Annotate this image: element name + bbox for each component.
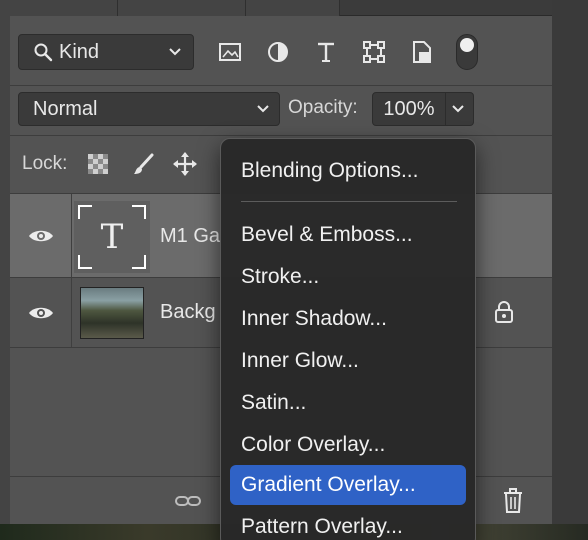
type-filter-icon[interactable] [312,40,340,64]
lock-label: Lock: [22,153,68,174]
chevron-down-icon [167,43,183,59]
lock-pixels-icon[interactable] [130,150,158,178]
blend-mode-select[interactable]: Normal [18,92,280,126]
menu-item-pattern-overlay[interactable]: Pattern Overlay... [230,507,466,540]
menu-item-inner-glow[interactable]: Inner Glow... [230,341,466,381]
text-layer-thumbnail: T [74,201,150,273]
blend-mode-value: Normal [33,97,98,120]
left-edge [0,0,10,540]
chevron-down-icon [450,100,466,116]
menu-item-color-overlay[interactable]: Color Overlay... [230,425,466,465]
menu-item-inner-shadow[interactable]: Inner Shadow... [230,299,466,339]
layer-name[interactable]: Backg [160,301,216,324]
visibility-toggle[interactable] [10,278,72,347]
panel-tab[interactable] [246,0,340,16]
kind-filter-select[interactable]: Kind [18,34,194,70]
layer-filter-bar: Kind [10,16,552,86]
chevron-down-icon [255,100,271,116]
layer-name[interactable]: M1 Ga [160,225,220,248]
visibility-toggle[interactable] [10,194,72,277]
search-icon [33,42,53,62]
layer-lock-icon [494,300,514,324]
blend-bar: Normal Opacity: 100% [10,86,552,136]
layer-style-context-menu: Blending Options... Bevel & Emboss... St… [220,138,476,540]
image-filter-icon[interactable] [216,40,244,64]
menu-separator [241,201,457,202]
lock-position-icon[interactable] [171,150,199,178]
delete-layer-icon[interactable] [499,487,527,515]
panel-tab[interactable] [10,0,118,16]
eye-icon [28,307,53,318]
opacity-field[interactable]: 100% [372,92,446,126]
filter-toggle[interactable] [456,34,478,70]
link-layers-icon[interactable] [174,487,202,515]
background-layer-thumbnail [80,287,144,339]
opacity-value: 100% [383,97,435,120]
adjustment-filter-icon[interactable] [264,40,292,64]
right-edge [552,0,588,540]
menu-item-satin[interactable]: Satin... [230,383,466,423]
type-thumbnail-glyph: T [100,217,124,257]
smart-object-filter-icon[interactable] [408,40,436,64]
panel-tab[interactable] [118,0,246,16]
opacity-label: Opacity: [288,97,358,118]
eye-icon [28,230,53,241]
menu-item-stroke[interactable]: Stroke... [230,257,466,297]
panel-tabs [10,0,552,16]
shape-filter-icon[interactable] [360,40,388,64]
menu-item-gradient-overlay[interactable]: Gradient Overlay... [230,465,466,505]
opacity-dropdown-button[interactable] [446,92,474,126]
menu-item-blending-options[interactable]: Blending Options... [230,151,466,191]
kind-filter-label: Kind [59,40,100,63]
menu-item-bevel-emboss[interactable]: Bevel & Emboss... [230,215,466,255]
lock-transparency-icon[interactable] [84,150,112,178]
